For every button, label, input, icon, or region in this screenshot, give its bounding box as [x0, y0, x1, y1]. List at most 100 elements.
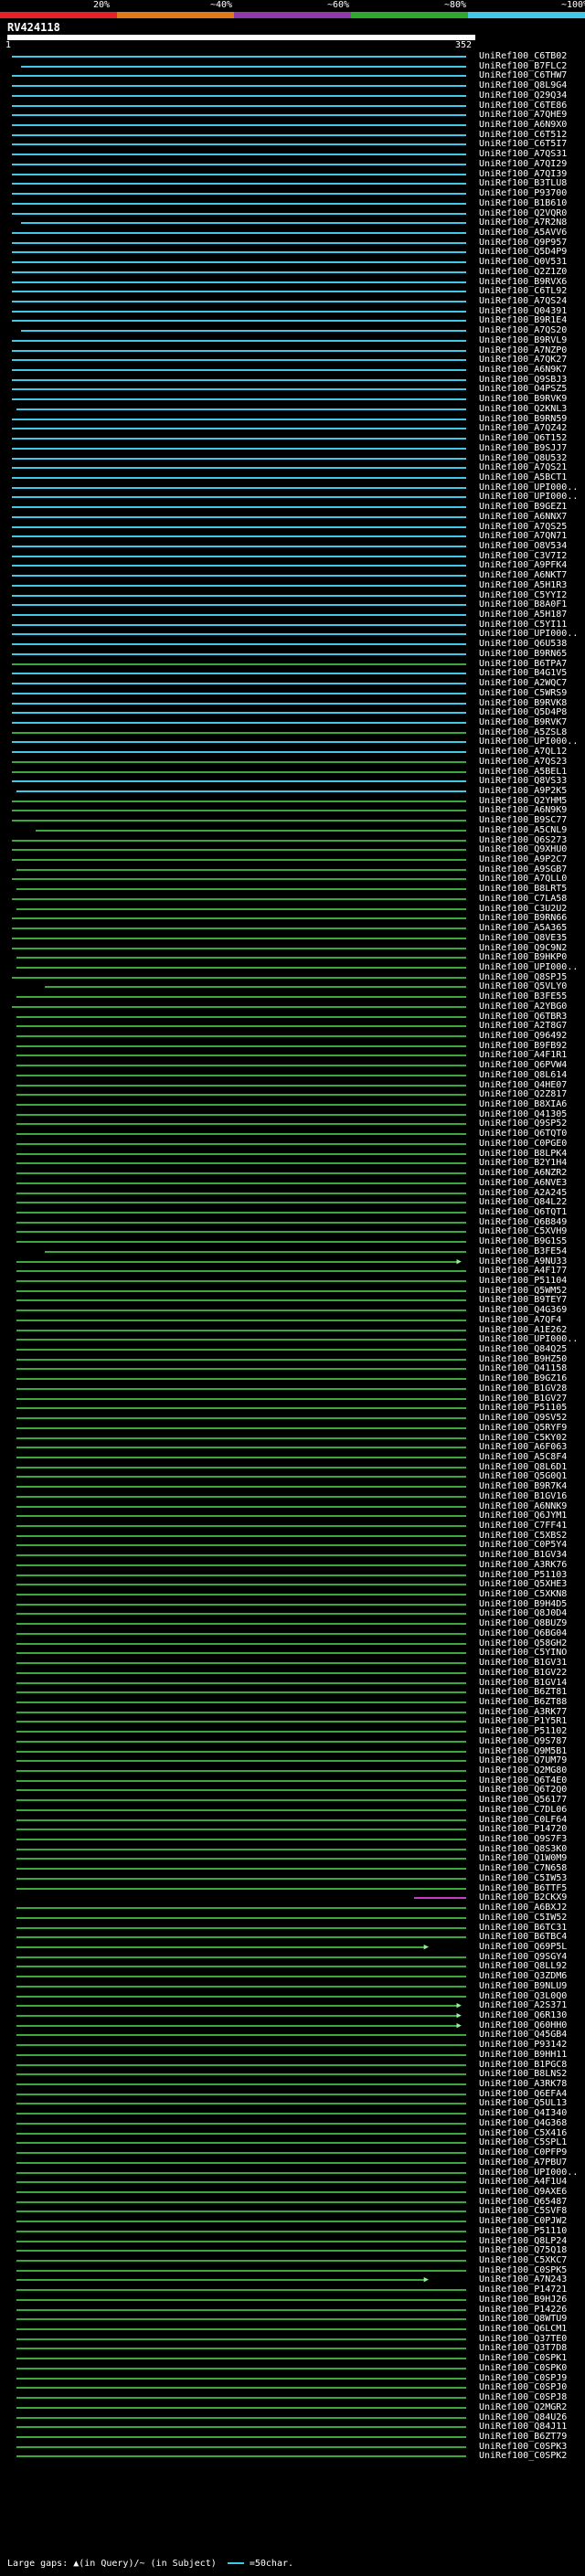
- hit-alignment-bar[interactable]: [16, 2161, 466, 2164]
- hit-label[interactable]: UniRef100_Q9XHU0: [479, 844, 567, 854]
- hit-alignment-bar[interactable]: [16, 1182, 466, 1184]
- hit-alignment-bar[interactable]: [12, 575, 466, 578]
- hit-label[interactable]: UniRef100_B9RN66: [479, 913, 567, 923]
- hit-row[interactable]: UniRef100_C5SPL1: [0, 2137, 585, 2147]
- hit-label[interactable]: UniRef100_B3FE54: [479, 1246, 567, 1256]
- hit-alignment-bar[interactable]: [16, 2142, 466, 2145]
- hit-label[interactable]: UniRef100_C5YINO: [479, 1648, 567, 1658]
- hit-row[interactable]: UniRef100_Q6T4E0: [0, 1776, 585, 1786]
- hit-row[interactable]: UniRef100_Q75Q18: [0, 2245, 585, 2255]
- hit-label[interactable]: UniRef100_Q8S3K0: [479, 1844, 567, 1854]
- hit-alignment-bar[interactable]: [16, 1241, 466, 1244]
- hit-alignment-bar[interactable]: [16, 1397, 466, 1400]
- hit-row[interactable]: UniRef100_A7QS25: [0, 522, 585, 532]
- hit-label[interactable]: UniRef100_A5CNL9: [479, 825, 567, 835]
- hit-label[interactable]: UniRef100_B9TEY7: [479, 1295, 567, 1305]
- hit-row[interactable]: UniRef100_Q9S787: [0, 1736, 585, 1746]
- hit-label[interactable]: UniRef100_Q5D4P9: [479, 247, 567, 257]
- hit-row[interactable]: UniRef100_Q56177: [0, 1795, 585, 1805]
- hit-alignment-bar[interactable]: [16, 1368, 466, 1371]
- hit-row[interactable]: UniRef100_B9RVK8: [0, 698, 585, 708]
- hit-label[interactable]: UniRef100_Q60HH0: [479, 2020, 567, 2030]
- hit-label[interactable]: UniRef100_Q8LP24: [479, 2236, 567, 2246]
- hit-row[interactable]: UniRef100_Q5VLY0: [0, 981, 585, 991]
- hit-row[interactable]: UniRef100_A7QLL0: [0, 874, 585, 884]
- hit-alignment-bar[interactable]: [44, 986, 466, 989]
- hit-label[interactable]: UniRef100_C6THW7: [479, 70, 567, 80]
- hit-alignment-bar[interactable]: [16, 888, 466, 891]
- hit-label[interactable]: UniRef100_C5IW53: [479, 1873, 567, 1883]
- hit-alignment-bar[interactable]: [16, 1623, 466, 1626]
- hit-row[interactable]: UniRef100_Q9SP52: [0, 1118, 585, 1129]
- hit-row[interactable]: UniRef100_A5H187: [0, 610, 585, 620]
- hit-label[interactable]: UniRef100_A9P2K5: [479, 786, 567, 796]
- hit-row[interactable]: UniRef100_B9R7K4: [0, 1481, 585, 1491]
- hit-row[interactable]: UniRef100_Q6TBR3: [0, 1012, 585, 1022]
- hit-label[interactable]: UniRef100_Q84U26: [479, 2412, 567, 2422]
- hit-label[interactable]: UniRef100_Q69P5L: [479, 1942, 567, 1952]
- hit-label[interactable]: UniRef100_A6BXJ2: [479, 1903, 567, 1913]
- hit-row[interactable]: UniRef100_Q58GH2: [0, 1638, 585, 1648]
- hit-row[interactable]: UniRef100_A6NVE3: [0, 1178, 585, 1188]
- hit-alignment-bar[interactable]: [16, 1691, 466, 1694]
- hit-row[interactable]: UniRef100_A6NNX7: [0, 512, 585, 522]
- hit-row[interactable]: UniRef100_Q6PVW4: [0, 1060, 585, 1070]
- hit-label[interactable]: UniRef100_B9RVL9: [479, 335, 567, 345]
- hit-row[interactable]: UniRef100_C6TL92: [0, 286, 585, 296]
- hit-row[interactable]: UniRef100_P93142: [0, 2040, 585, 2050]
- hit-label[interactable]: UniRef100_C5XKC7: [479, 2255, 567, 2265]
- hit-row[interactable]: UniRef100_Q2MGR2: [0, 2402, 585, 2412]
- hit-alignment-bar[interactable]: [12, 623, 466, 626]
- hit-alignment-bar[interactable]: [16, 1094, 466, 1097]
- hit-label[interactable]: UniRef100_Q29Q34: [479, 90, 567, 101]
- hit-alignment-bar[interactable]: [12, 652, 466, 655]
- hit-alignment-bar[interactable]: [12, 928, 466, 930]
- hit-alignment-bar[interactable]: [16, 907, 466, 910]
- hit-label[interactable]: UniRef100_C5SPL1: [479, 2137, 567, 2147]
- hit-label[interactable]: UniRef100_B1GV31: [479, 1658, 567, 1668]
- hit-alignment-bar[interactable]: [12, 418, 466, 420]
- hit-label[interactable]: UniRef100_B9NLU9: [479, 1981, 567, 1991]
- hit-label[interactable]: UniRef100_Q2MGR2: [479, 2402, 567, 2412]
- hit-label[interactable]: UniRef100_Q6TQT0: [479, 1129, 567, 1139]
- hit-row[interactable]: UniRef100_A5C8F4: [0, 1452, 585, 1462]
- hit-row[interactable]: UniRef100_Q6LCM1: [0, 2324, 585, 2334]
- hit-alignment-bar[interactable]: [16, 2044, 466, 2047]
- hit-label[interactable]: UniRef100_Q8J0D4: [479, 1608, 567, 1618]
- hit-row[interactable]: UniRef100_Q6TQT0: [0, 1129, 585, 1139]
- hit-alignment-bar[interactable]: [12, 683, 466, 685]
- hit-row[interactable]: UniRef100_A6N9X0: [0, 120, 585, 130]
- hit-row[interactable]: UniRef100_B7FLC2: [0, 61, 585, 71]
- hit-label[interactable]: UniRef100_A9NU33: [479, 1256, 567, 1267]
- hit-label[interactable]: UniRef100_A6NVE3: [479, 1178, 567, 1188]
- hit-label[interactable]: UniRef100_B6TC31: [479, 1923, 567, 1933]
- hit-row[interactable]: UniRef100_B6TC31: [0, 1923, 585, 1933]
- hit-label[interactable]: UniRef100_Q6S273: [479, 835, 567, 845]
- hit-row[interactable]: UniRef100_C5YINO: [0, 1648, 585, 1658]
- hit-row[interactable]: UniRef100_B9R1E4: [0, 315, 585, 325]
- hit-row[interactable]: UniRef100_C5IW52: [0, 1913, 585, 1923]
- hit-alignment-bar[interactable]: [16, 1916, 466, 1919]
- hit-alignment-bar[interactable]: [12, 712, 466, 715]
- hit-label[interactable]: UniRef100_Q8L6D1: [479, 1462, 567, 1472]
- hit-alignment-bar[interactable]: [16, 2230, 466, 2232]
- hit-label[interactable]: UniRef100_B1GV28: [479, 1383, 567, 1394]
- hit-row[interactable]: UniRef100_B9HKP0: [0, 952, 585, 962]
- hit-alignment-bar[interactable]: [16, 868, 466, 871]
- hit-alignment-bar[interactable]: [12, 1005, 466, 1008]
- hit-alignment-bar[interactable]: [16, 2005, 457, 2008]
- hit-alignment-bar[interactable]: [12, 378, 466, 381]
- hit-row[interactable]: ▶ UniRef100_Q60HH0: [0, 2020, 585, 2030]
- hit-label[interactable]: UniRef100_B9RVK8: [479, 698, 567, 708]
- hit-row[interactable]: UniRef100_A5BCT1: [0, 472, 585, 482]
- hit-row[interactable]: UniRef100_UPI000..: [0, 962, 585, 972]
- hit-row[interactable]: UniRef100_B8A0F1: [0, 599, 585, 610]
- hit-label[interactable]: UniRef100_Q6T4E0: [479, 1776, 567, 1786]
- hit-row[interactable]: UniRef100_Q4G368: [0, 2118, 585, 2128]
- hit-alignment-bar[interactable]: [16, 2190, 466, 2193]
- hit-row[interactable]: UniRef100_A5CNL9: [0, 825, 585, 835]
- hit-label[interactable]: UniRef100_A6N9K9: [479, 805, 567, 815]
- hit-label[interactable]: UniRef100_P51103: [479, 1570, 567, 1580]
- hit-label[interactable]: UniRef100_A6NNK9: [479, 1501, 567, 1511]
- hit-alignment-bar[interactable]: [16, 1349, 466, 1352]
